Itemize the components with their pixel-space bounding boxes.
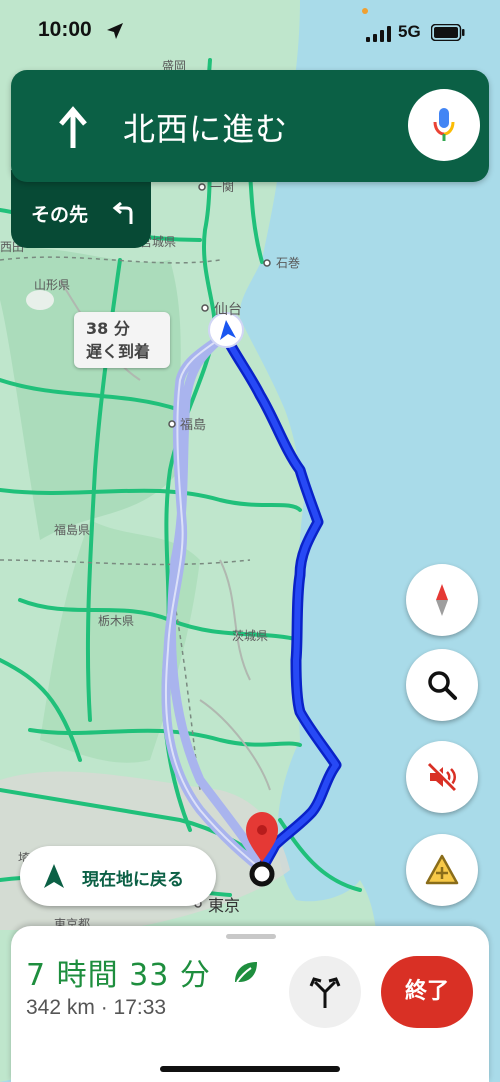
battery-icon [431, 24, 465, 41]
trip-duration: 7 時間 33 分 [26, 958, 211, 993]
report-button[interactable] [406, 834, 478, 906]
home-indicator[interactable] [160, 1066, 340, 1072]
navigation-arrow-icon [44, 864, 64, 888]
microphone-icon [433, 108, 455, 141]
navigation-banner[interactable]: 北西に進む [11, 70, 489, 182]
nav-instruction: 北西に進む [123, 110, 289, 148]
straight-arrow-icon [59, 106, 87, 148]
exit-navigation-button[interactable]: 終了 [381, 956, 473, 1028]
status-bar: 10:00 5G [0, 0, 500, 62]
add-report-icon [425, 854, 459, 885]
drag-handle[interactable] [226, 934, 276, 939]
trip-details: 342 km · 17:33 [26, 996, 167, 1019]
signal-icon [366, 26, 391, 42]
sound-off-icon [427, 762, 458, 792]
recenter-button[interactable]: 現在地に戻る [20, 846, 216, 906]
place-label-ibaraki: 茨城県 [232, 629, 268, 643]
place-label-tokyo: 東京 [208, 896, 240, 915]
status-time: 10:00 [38, 18, 92, 41]
place-label-fukushima-pref: 福島県 [54, 522, 90, 537]
place-label-yamagata: 山形県 [34, 278, 70, 292]
alternate-route-delta: 38 分 [86, 319, 130, 338]
location-arrow-icon [107, 23, 123, 39]
recenter-label: 現在地に戻る [82, 870, 184, 890]
alternate-route-note: 遅く到着 [86, 342, 151, 361]
place-label-fukushima-city: 福島 [180, 418, 206, 433]
turn-left-icon [112, 201, 133, 224]
place-label-ishinomaki: 石巻 [276, 256, 300, 270]
compass-icon [436, 584, 448, 616]
trip-summary-sheet[interactable]: 7 時間 33 分 342 km · 17:33 終了 [11, 926, 489, 1082]
eco-leaf-icon [235, 962, 257, 983]
place-label-sendai: 仙台 [214, 302, 242, 318]
alternate-route-label[interactable]: 38 分 遅く到着 [74, 312, 170, 368]
compass-button[interactable] [406, 564, 478, 636]
search-icon [428, 671, 457, 700]
destination-marker [249, 861, 275, 887]
alternate-routes-button[interactable] [289, 956, 361, 1028]
mute-button[interactable] [406, 741, 478, 813]
place-label-tochigi: 栃木県 [98, 614, 134, 628]
voice-search-button[interactable] [408, 89, 480, 161]
network-type: 5G [398, 22, 421, 41]
privacy-indicator-dot [362, 8, 368, 14]
place-label-ichinoseki: 一関 [210, 180, 234, 194]
fork-routes-icon [309, 977, 341, 1008]
next-maneuver-label: その先 [31, 204, 89, 226]
search-button[interactable] [406, 649, 478, 721]
